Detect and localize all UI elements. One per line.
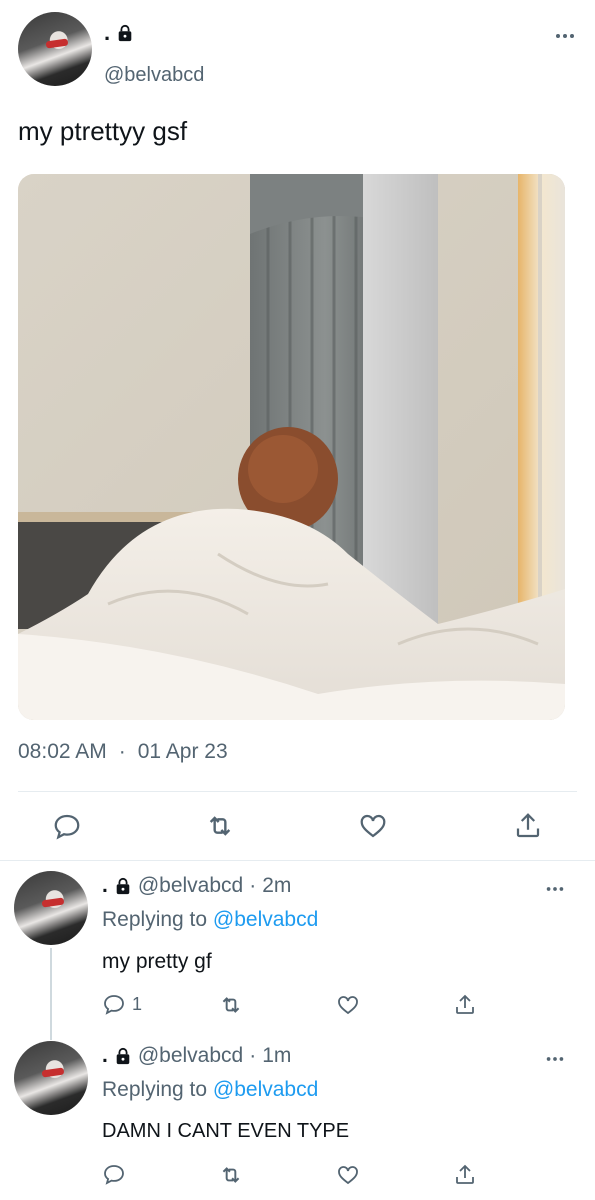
reply-header: . @belvabcd · 1m [102, 1042, 291, 1070]
reply-action[interactable] [102, 1162, 132, 1186]
replying-handle-link[interactable]: @belvabcd [213, 1078, 318, 1101]
display-name[interactable]: . [102, 874, 108, 898]
reply-action[interactable]: 1 [102, 992, 142, 1016]
reply-icon[interactable] [102, 992, 126, 1016]
share-icon[interactable] [513, 811, 543, 841]
separator: · [118, 740, 126, 763]
more-icon[interactable] [544, 1048, 566, 1070]
tweet-timestamp: 08:02 AM · 01 Apr 23 [18, 740, 228, 764]
more-icon[interactable] [553, 24, 577, 48]
reply-count: 1 [132, 993, 143, 1014]
tweet-photo[interactable] [18, 174, 565, 720]
divider [18, 791, 577, 792]
reply-icon[interactable] [102, 1162, 126, 1186]
display-name[interactable]: . [102, 1044, 108, 1068]
time-ago[interactable]: 2m [262, 874, 291, 898]
share-icon[interactable] [453, 993, 477, 1017]
lock-icon [118, 24, 132, 42]
tweet-text: my ptrettyy gsf [18, 116, 188, 146]
retweet-icon[interactable] [218, 1162, 244, 1188]
separator: · [249, 1044, 257, 1067]
avatar[interactable] [18, 12, 92, 86]
reply-header: . @belvabcd · 2m [102, 872, 291, 900]
lock-icon [116, 877, 130, 895]
reply-icon[interactable] [52, 811, 82, 841]
reply-text: my pretty gf [102, 950, 212, 973]
handle[interactable]: @belvabcd [104, 64, 204, 87]
divider [0, 860, 595, 861]
replying-handle-link[interactable]: @belvabcd [213, 908, 318, 931]
share-icon[interactable] [453, 1163, 477, 1187]
replying-prefix: Replying to [102, 908, 208, 931]
display-name[interactable]: . [104, 22, 110, 44]
tweet-date[interactable]: 01 Apr 23 [138, 740, 228, 764]
separator: · [249, 874, 257, 897]
retweet-icon[interactable] [218, 992, 244, 1018]
tweet-time: 08:02 AM [18, 740, 107, 763]
like-icon[interactable] [358, 811, 388, 841]
time-ago[interactable]: 1m [262, 1044, 291, 1068]
reply-text: DAMN I CANT EVEN TYPE [102, 1120, 350, 1142]
more-icon[interactable] [544, 878, 566, 900]
lock-icon [116, 1047, 130, 1065]
like-icon[interactable] [336, 993, 360, 1017]
replying-to: Replying to @belvabcd [102, 908, 318, 932]
replying-to: Replying to @belvabcd [102, 1078, 318, 1102]
like-icon[interactable] [336, 1163, 360, 1187]
handle[interactable]: @belvabcd [138, 1044, 243, 1068]
retweet-icon[interactable] [204, 810, 236, 842]
thread-line [50, 948, 52, 1040]
bedroom-photo-image [18, 174, 565, 720]
handle[interactable]: @belvabcd [138, 874, 243, 898]
author-row: . [104, 18, 134, 48]
avatar[interactable] [14, 871, 88, 945]
replying-prefix: Replying to [102, 1078, 208, 1101]
avatar[interactable] [14, 1041, 88, 1115]
